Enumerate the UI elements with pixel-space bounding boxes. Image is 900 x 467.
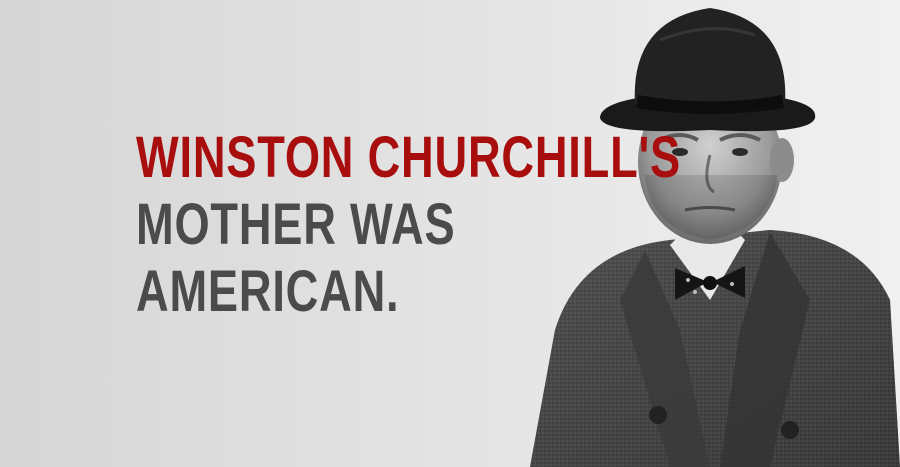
quote-line-highlight: WINSTON CHURCHILL'S [136, 125, 681, 190]
quote-line: MOTHER WAS [136, 192, 456, 257]
quote-text: WINSTON CHURCHILL'S MOTHER WAS AMERICAN. [136, 124, 681, 325]
fact-card: WINSTON CHURCHILL'S MOTHER WAS AMERICAN. [0, 0, 900, 467]
quote-line: AMERICAN. [136, 259, 400, 324]
